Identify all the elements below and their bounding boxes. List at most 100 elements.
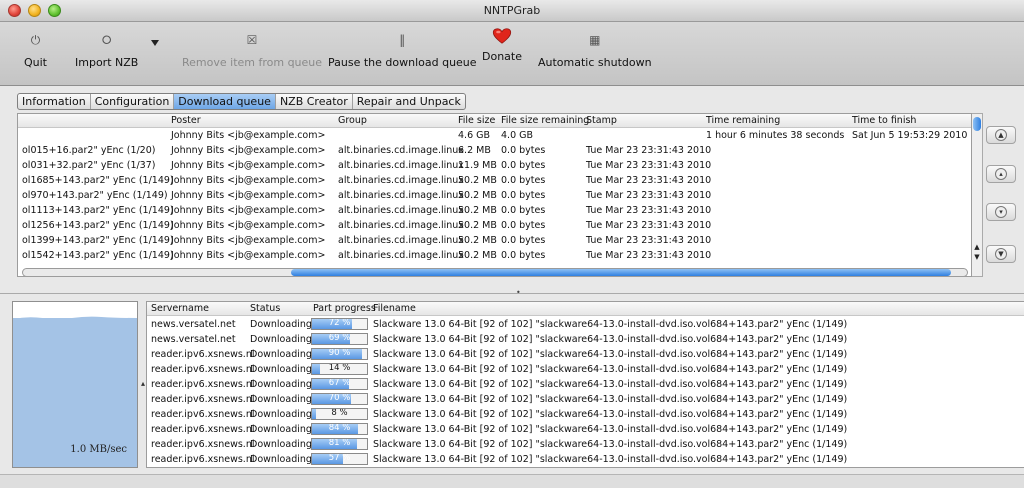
download-queue-table[interactable]: Poster Group File size File size remaini… [17,113,972,277]
donate-label: Donate [482,50,522,63]
connection-row[interactable]: reader.ipv6.xsnews.nl Downloading 14 % Slac… [147,362,1024,377]
queue-row[interactable]: ol1685+143.par2" yEnc (1/149) Johnny Bits… [18,174,971,189]
import-dropdown-arrow-icon[interactable] [151,40,159,46]
tab-nzb-creator[interactable]: NZB Creator [276,94,353,109]
tab-configuration[interactable]: Configuration [91,94,175,109]
connections-table[interactable]: Servername Status Part progress Filename… [146,301,1024,468]
power-icon: ⏻ [30,33,41,47]
conn-cell-filename: Slackware 13.0 64-Bit [92 of 102] "slack… [373,454,848,465]
move-to-top-button[interactable]: ▲ [986,126,1016,144]
connection-row[interactable]: reader.ipv6.xsnews.nl Downloading 84 % Slac… [147,422,1024,437]
connection-row[interactable]: reader.ipv6.xsnews.nl Downloading 70 % Slac… [147,392,1024,407]
shutdown-icon: ▦ [589,33,601,47]
import-nzb-button[interactable]: ⭘ Import NZB [75,32,138,69]
conn-header-filename[interactable]: Filename [373,303,416,314]
title-bar: NNTPGrab [0,0,1024,22]
remove-item-button[interactable]: ☒ Remove item from queue [182,32,322,69]
queue-row[interactable]: ol1113+143.par2" yEnc (1/149) Johnny Bits… [18,204,971,219]
scroll-down-arrow-icon[interactable]: ▼ [973,253,981,261]
queue-cell-poster: Johnny Bits <jb@example.com> [171,190,326,201]
conn-header-part-progress[interactable]: Part progress [313,303,376,314]
part-progress-text: 90 % [328,348,351,358]
conn-cell-filename: Slackware 13.0 64-Bit [92 of 102] "slack… [373,319,848,330]
window-title: NNTPGrab [483,4,541,17]
queue-horizontal-scroll-thumb[interactable] [291,269,951,276]
status-bar [0,474,1024,488]
queue-cell-stamp: Tue Mar 23 23:31:43 2010 [586,190,712,201]
conn-cell-filename: Slackware 13.0 64-Bit [92 of 102] "slack… [373,379,848,390]
scroll-up-arrow-icon[interactable]: ▲ [973,243,981,251]
queue-row[interactable]: ol1542+143.par2" yEnc (1/149) Johnny Bits… [18,249,971,264]
connection-row[interactable]: reader.ipv6.xsnews.nl Downloading 67 % Slac… [147,377,1024,392]
move-bottom-icon: ▼ [995,248,1007,260]
queue-header-poster[interactable]: Poster [171,115,201,126]
pause-queue-button[interactable]: ‖ Pause the download queue [328,32,477,69]
move-down-button[interactable]: ▾ [986,203,1016,221]
queue-cell-poster: Johnny Bits <jb@example.com> [171,220,326,231]
donate-button[interactable]: Donate [482,28,522,63]
part-progress-bar: 8 % [311,408,368,420]
queue-vertical-scrollbar[interactable]: ▲ ▼ [972,113,983,277]
conn-cell-server: reader.ipv6.xsnews.nl [151,409,255,420]
move-up-button[interactable]: ▴ [986,165,1016,183]
queue-cell-stamp: Tue Mar 23 23:31:43 2010 [586,235,712,246]
queue-header-group[interactable]: Group [338,115,367,126]
tab-repair-and-unpack[interactable]: Repair and Unpack [353,94,465,109]
queue-header-time-remaining[interactable]: Time remaining [706,115,780,126]
queue-horizontal-scrollbar[interactable] [22,268,968,276]
queue-cell-subject: ol1256+143.par2" yEnc (1/149) [22,220,174,231]
queue-cell-file-size: 4.6 GB [458,130,491,141]
part-progress-text: 81 % [328,438,351,448]
conn-cell-server: reader.ipv6.xsnews.nl [151,349,255,360]
collapse-graph-icon[interactable]: ▴ [141,379,145,388]
queue-row[interactable]: ol1256+143.par2" yEnc (1/149) Johnny Bits… [18,219,971,234]
queue-cell-remaining: 0.0 bytes [501,175,546,186]
tab-information[interactable]: Information [18,94,91,109]
quit-button[interactable]: ⏻ Quit [24,32,47,69]
part-progress-bar: 14 % [311,363,368,375]
queue-cell-group: alt.binaries.cd.image.linux [338,145,464,156]
queue-row[interactable]: Johnny Bits <jb@example.com> 4.6 GB 4.0 GB… [18,129,971,144]
conn-cell-status: Downloading [250,319,312,330]
queue-header-file-size[interactable]: File size [458,115,495,126]
tab-bar: Information Configuration Download queue… [17,93,466,110]
queue-header-row: Poster Group File size File size remaini… [18,114,971,128]
queue-row[interactable]: ol970+143.par2" yEnc (1/149) Johnny Bits … [18,189,971,204]
conn-header-status[interactable]: Status [250,303,280,314]
conn-cell-status: Downloading [250,394,312,405]
move-to-bottom-button[interactable]: ▼ [986,245,1016,263]
part-progress-text: 72 % [328,318,351,328]
connection-row[interactable]: news.versatel.net Downloading 72 % Slackwar… [147,317,1024,332]
queue-cell-stamp: Tue Mar 23 23:31:43 2010 [586,175,712,186]
queue-header-time-to-finish[interactable]: Time to finish [852,115,916,126]
queue-cell-subject: ol1542+143.par2" yEnc (1/149) [22,250,174,261]
queue-row[interactable]: ol031+32.par2" yEnc (1/37) Johnny Bits <j… [18,159,971,174]
queue-header-stamp[interactable]: Stamp [586,115,617,126]
queue-vertical-scroll-thumb[interactable] [973,117,981,131]
connection-row[interactable]: news.versatel.net Downloading 69 % Slackwar… [147,332,1024,347]
queue-row[interactable]: ol1399+143.par2" yEnc (1/149) Johnny Bits… [18,234,971,249]
bandwidth-graph: 1.0 MB/sec [12,301,138,468]
conn-cell-server: reader.ipv6.xsnews.nl [151,394,255,405]
connection-row[interactable]: reader.ipv6.xsnews.nl Downloading 8 % Slack… [147,407,1024,422]
tab-download-queue[interactable]: Download queue [174,94,276,109]
queue-cell-poster: Johnny Bits <jb@example.com> [171,175,326,186]
connection-row[interactable]: reader.ipv6.xsnews.nl Downloading 81 % Slac… [147,437,1024,452]
conn-header-servername[interactable]: Servername [151,303,209,314]
pane-divider[interactable] [0,293,1024,294]
conn-cell-status: Downloading [250,349,312,360]
queue-cell-file-size: 6.2 MB [458,145,491,156]
conn-cell-server: news.versatel.net [151,334,236,345]
automatic-shutdown-button[interactable]: ▦ Automatic shutdown [538,32,652,69]
queue-cell-file-size: 50.2 MB [458,235,497,246]
queue-cell-remaining: 0.0 bytes [501,250,546,261]
queue-row[interactable]: ol015+16.par2" yEnc (1/20) Johnny Bits <j… [18,144,971,159]
conn-cell-filename: Slackware 13.0 64-Bit [92 of 102] "slack… [373,394,848,405]
queue-cell-poster: Johnny Bits <jb@example.com> [171,130,326,141]
connection-row[interactable]: reader.ipv6.xsnews.nl Downloading 90 % Slac… [147,347,1024,362]
part-progress-bar: 81 % [311,438,368,450]
conn-cell-server: reader.ipv6.xsnews.nl [151,439,255,450]
queue-header-file-size-remaining[interactable]: File size remaining [501,115,589,126]
queue-cell-file-size: 50.2 MB [458,190,497,201]
connection-row[interactable]: reader.ipv6.xsnews.nl Downloading 57 % Slac… [147,452,1024,467]
